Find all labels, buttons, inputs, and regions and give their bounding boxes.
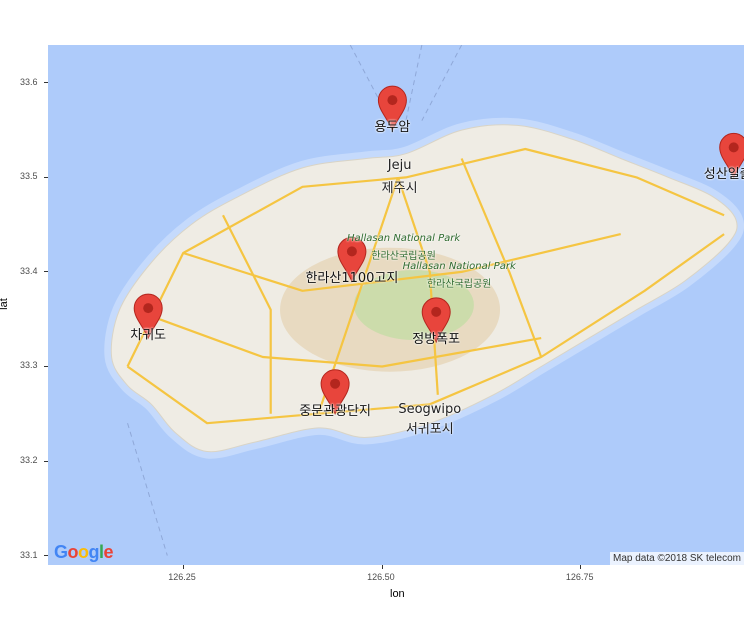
x-tick-label: 126.25 xyxy=(168,572,196,582)
y-tick-label: 33.4 xyxy=(20,265,38,276)
map-panel[interactable]: Jeju 제주시 Hallasan National Park 한라산국립공원 Hall… xyxy=(48,45,744,565)
logo-letter: g xyxy=(88,542,100,562)
marker-label: 정방폭포 xyxy=(412,331,461,347)
map-text-label: Seogwipo xyxy=(398,401,462,417)
map-text-label: 서귀포시 xyxy=(405,422,454,437)
y-tick-mark xyxy=(44,555,48,557)
logo-letter: o xyxy=(78,542,89,562)
x-axis-title: lon xyxy=(390,588,405,600)
marker-label: 성산일출봉 xyxy=(703,167,744,183)
marker-label: 차귀도 xyxy=(130,328,167,344)
y-tick-mark xyxy=(44,176,48,178)
x-tick-label: 126.50 xyxy=(367,572,395,582)
marker-label: 용두암 xyxy=(374,120,411,136)
x-tick-mark xyxy=(580,565,582,569)
x-tick-mark xyxy=(182,565,184,569)
map-text-label: 한라산국립공원 xyxy=(371,250,436,262)
y-tick-mark xyxy=(44,271,48,273)
logo-letter: G xyxy=(54,542,68,562)
y-tick-label: 33.1 xyxy=(20,549,38,560)
y-axis-title: lat xyxy=(0,298,10,310)
marker-label: 한라산1100고지 xyxy=(305,271,399,287)
y-tick-mark xyxy=(44,460,48,462)
map-text-label: 한라산국립공원 xyxy=(426,279,492,291)
y-tick-label: 33.3 xyxy=(20,360,38,371)
map-text-label: Hallasan National Park xyxy=(402,261,516,273)
y-tick-mark xyxy=(44,365,48,367)
marker-label: 중문관광단지 xyxy=(299,403,371,419)
x-tick-mark xyxy=(381,565,383,569)
y-tick-label: 33.2 xyxy=(20,455,38,465)
map-text-label: 제주시 xyxy=(381,180,418,196)
y-tick-label: 33.6 xyxy=(20,76,38,87)
map-text-label: Hallasan National Park xyxy=(347,232,461,244)
y-tick-label: 33.5 xyxy=(20,171,38,182)
map-text-label: Jeju xyxy=(387,158,412,173)
google-logo: Google xyxy=(54,542,114,563)
map-attribution: Map data ©2018 SK telecom xyxy=(610,552,744,565)
y-tick-mark xyxy=(44,82,48,84)
logo-letter: o xyxy=(67,542,79,562)
x-tick-label: 126.75 xyxy=(565,572,594,582)
logo-letter: e xyxy=(103,542,114,562)
